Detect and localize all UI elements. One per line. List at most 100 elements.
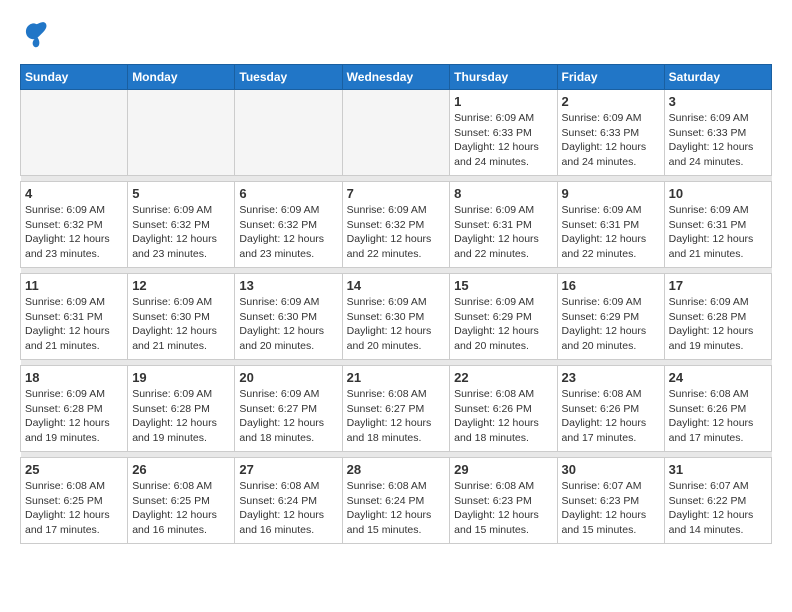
day-number: 28 <box>347 462 446 477</box>
calendar-cell <box>128 90 235 176</box>
day-info: Sunrise: 6:08 AMSunset: 6:26 PMDaylight:… <box>669 387 767 446</box>
calendar-table: SundayMondayTuesdayWednesdayThursdayFrid… <box>20 64 772 544</box>
calendar-cell: 8 Sunrise: 6:09 AMSunset: 6:31 PMDaylight… <box>450 182 557 268</box>
day-info: Sunrise: 6:08 AMSunset: 6:26 PMDaylight:… <box>454 387 552 446</box>
calendar-cell: 1 Sunrise: 6:09 AMSunset: 6:33 PMDaylight… <box>450 90 557 176</box>
logo-icon <box>20 20 52 48</box>
day-info: Sunrise: 6:09 AMSunset: 6:32 PMDaylight:… <box>347 203 446 262</box>
calendar-cell: 11Sunrise: 6:09 AMSunset: 6:31 PMDayligh… <box>21 274 128 360</box>
day-number: 22 <box>454 370 552 385</box>
day-info: Sunrise: 6:09 AMSunset: 6:33 PMDaylight:… <box>454 111 552 170</box>
calendar-cell: 3 Sunrise: 6:09 AMSunset: 6:33 PMDaylight… <box>664 90 771 176</box>
calendar-cell: 23Sunrise: 6:08 AMSunset: 6:26 PMDayligh… <box>557 366 664 452</box>
day-header-thursday: Thursday <box>450 65 557 90</box>
day-number: 16 <box>562 278 660 293</box>
day-number: 30 <box>562 462 660 477</box>
calendar-cell: 15 Sunrise: 6:09 AMSunset: 6:29 PMDayligh… <box>450 274 557 360</box>
day-info: Sunrise: 6:08 AMSunset: 6:26 PMDaylight:… <box>562 387 660 446</box>
calendar-cell: 4 Sunrise: 6:09 AMSunset: 6:32 PMDaylight… <box>21 182 128 268</box>
logo <box>20 20 56 48</box>
day-info: Sunrise: 6:09 AMSunset: 6:28 PMDaylight:… <box>669 295 767 354</box>
day-number: 31 <box>669 462 767 477</box>
day-info: Sunrise: 6:08 AMSunset: 6:24 PMDaylight:… <box>239 479 337 538</box>
day-info: Sunrise: 6:09 AMSunset: 6:30 PMDaylight:… <box>132 295 230 354</box>
day-info: Sunrise: 6:09 AMSunset: 6:30 PMDaylight:… <box>347 295 446 354</box>
calendar-cell: 9 Sunrise: 6:09 AMSunset: 6:31 PMDaylight… <box>557 182 664 268</box>
day-info: Sunrise: 6:09 AMSunset: 6:31 PMDaylight:… <box>454 203 552 262</box>
calendar-cell: 24 Sunrise: 6:08 AMSunset: 6:26 PMDayligh… <box>664 366 771 452</box>
calendar-cell: 12 Sunrise: 6:09 AMSunset: 6:30 PMDayligh… <box>128 274 235 360</box>
week-row-4: 18Sunrise: 6:09 AMSunset: 6:28 PMDayligh… <box>21 366 772 452</box>
day-info: Sunrise: 6:09 AMSunset: 6:31 PMDaylight:… <box>562 203 660 262</box>
calendar-cell: 25Sunrise: 6:08 AMSunset: 6:25 PMDayligh… <box>21 458 128 544</box>
day-number: 15 <box>454 278 552 293</box>
day-info: Sunrise: 6:08 AMSunset: 6:24 PMDaylight:… <box>347 479 446 538</box>
calendar-cell: 29 Sunrise: 6:08 AMSunset: 6:23 PMDayligh… <box>450 458 557 544</box>
day-info: Sunrise: 6:09 AMSunset: 6:30 PMDaylight:… <box>239 295 337 354</box>
day-number: 1 <box>454 94 552 109</box>
day-number: 27 <box>239 462 337 477</box>
day-info: Sunrise: 6:09 AMSunset: 6:29 PMDaylight:… <box>562 295 660 354</box>
day-number: 24 <box>669 370 767 385</box>
day-number: 3 <box>669 94 767 109</box>
calendar-cell: 21Sunrise: 6:08 AMSunset: 6:27 PMDayligh… <box>342 366 450 452</box>
day-info: Sunrise: 6:07 AMSunset: 6:22 PMDaylight:… <box>669 479 767 538</box>
day-number: 8 <box>454 186 552 201</box>
day-header-friday: Friday <box>557 65 664 90</box>
calendar-cell: 13 Sunrise: 6:09 AMSunset: 6:30 PMDayligh… <box>235 274 342 360</box>
week-row-3: 11Sunrise: 6:09 AMSunset: 6:31 PMDayligh… <box>21 274 772 360</box>
day-info: Sunrise: 6:09 AMSunset: 6:32 PMDaylight:… <box>132 203 230 262</box>
day-info: Sunrise: 6:09 AMSunset: 6:31 PMDaylight:… <box>25 295 123 354</box>
day-number: 4 <box>25 186 123 201</box>
page-header <box>20 20 772 48</box>
day-number: 13 <box>239 278 337 293</box>
day-number: 10 <box>669 186 767 201</box>
calendar-cell: 27 Sunrise: 6:08 AMSunset: 6:24 PMDayligh… <box>235 458 342 544</box>
day-info: Sunrise: 6:09 AMSunset: 6:28 PMDaylight:… <box>25 387 123 446</box>
week-row-5: 25Sunrise: 6:08 AMSunset: 6:25 PMDayligh… <box>21 458 772 544</box>
day-info: Sunrise: 6:09 AMSunset: 6:29 PMDaylight:… <box>454 295 552 354</box>
calendar-cell: 30 Sunrise: 6:07 AMSunset: 6:23 PMDayligh… <box>557 458 664 544</box>
calendar-cell: 2 Sunrise: 6:09 AMSunset: 6:33 PMDaylight… <box>557 90 664 176</box>
day-number: 29 <box>454 462 552 477</box>
calendar-cell <box>21 90 128 176</box>
calendar-cell: 22 Sunrise: 6:08 AMSunset: 6:26 PMDayligh… <box>450 366 557 452</box>
day-info: Sunrise: 6:07 AMSunset: 6:23 PMDaylight:… <box>562 479 660 538</box>
day-number: 17 <box>669 278 767 293</box>
day-info: Sunrise: 6:08 AMSunset: 6:27 PMDaylight:… <box>347 387 446 446</box>
calendar-cell: 31 Sunrise: 6:07 AMSunset: 6:22 PMDayligh… <box>664 458 771 544</box>
day-number: 12 <box>132 278 230 293</box>
day-info: Sunrise: 6:09 AMSunset: 6:32 PMDaylight:… <box>25 203 123 262</box>
day-info: Sunrise: 6:09 AMSunset: 6:28 PMDaylight:… <box>132 387 230 446</box>
day-number: 9 <box>562 186 660 201</box>
calendar-cell <box>342 90 450 176</box>
day-info: Sunrise: 6:09 AMSunset: 6:33 PMDaylight:… <box>669 111 767 170</box>
day-number: 14 <box>347 278 446 293</box>
calendar-cell: 7Sunrise: 6:09 AMSunset: 6:32 PMDaylight… <box>342 182 450 268</box>
day-number: 20 <box>239 370 337 385</box>
calendar-cell: 18Sunrise: 6:09 AMSunset: 6:28 PMDayligh… <box>21 366 128 452</box>
day-number: 6 <box>239 186 337 201</box>
day-number: 26 <box>132 462 230 477</box>
week-row-1: 1 Sunrise: 6:09 AMSunset: 6:33 PMDaylight… <box>21 90 772 176</box>
calendar-cell: 16 Sunrise: 6:09 AMSunset: 6:29 PMDayligh… <box>557 274 664 360</box>
calendar-cell: 6Sunrise: 6:09 AMSunset: 6:32 PMDaylight… <box>235 182 342 268</box>
day-info: Sunrise: 6:09 AMSunset: 6:33 PMDaylight:… <box>562 111 660 170</box>
day-header-monday: Monday <box>128 65 235 90</box>
day-header-saturday: Saturday <box>664 65 771 90</box>
calendar-cell <box>235 90 342 176</box>
calendar-cell: 10 Sunrise: 6:09 AMSunset: 6:31 PMDayligh… <box>664 182 771 268</box>
day-info: Sunrise: 6:08 AMSunset: 6:25 PMDaylight:… <box>25 479 123 538</box>
day-number: 19 <box>132 370 230 385</box>
calendar-cell: 17 Sunrise: 6:09 AMSunset: 6:28 PMDayligh… <box>664 274 771 360</box>
day-info: Sunrise: 6:09 AMSunset: 6:27 PMDaylight:… <box>239 387 337 446</box>
day-header-wednesday: Wednesday <box>342 65 450 90</box>
calendar-cell: 20 Sunrise: 6:09 AMSunset: 6:27 PMDayligh… <box>235 366 342 452</box>
calendar-cell: 19 Sunrise: 6:09 AMSunset: 6:28 PMDayligh… <box>128 366 235 452</box>
day-info: Sunrise: 6:09 AMSunset: 6:31 PMDaylight:… <box>669 203 767 262</box>
calendar-cell: 26 Sunrise: 6:08 AMSunset: 6:25 PMDayligh… <box>128 458 235 544</box>
day-number: 2 <box>562 94 660 109</box>
day-info: Sunrise: 6:08 AMSunset: 6:25 PMDaylight:… <box>132 479 230 538</box>
day-info: Sunrise: 6:08 AMSunset: 6:23 PMDaylight:… <box>454 479 552 538</box>
calendar-cell: 14 Sunrise: 6:09 AMSunset: 6:30 PMDayligh… <box>342 274 450 360</box>
